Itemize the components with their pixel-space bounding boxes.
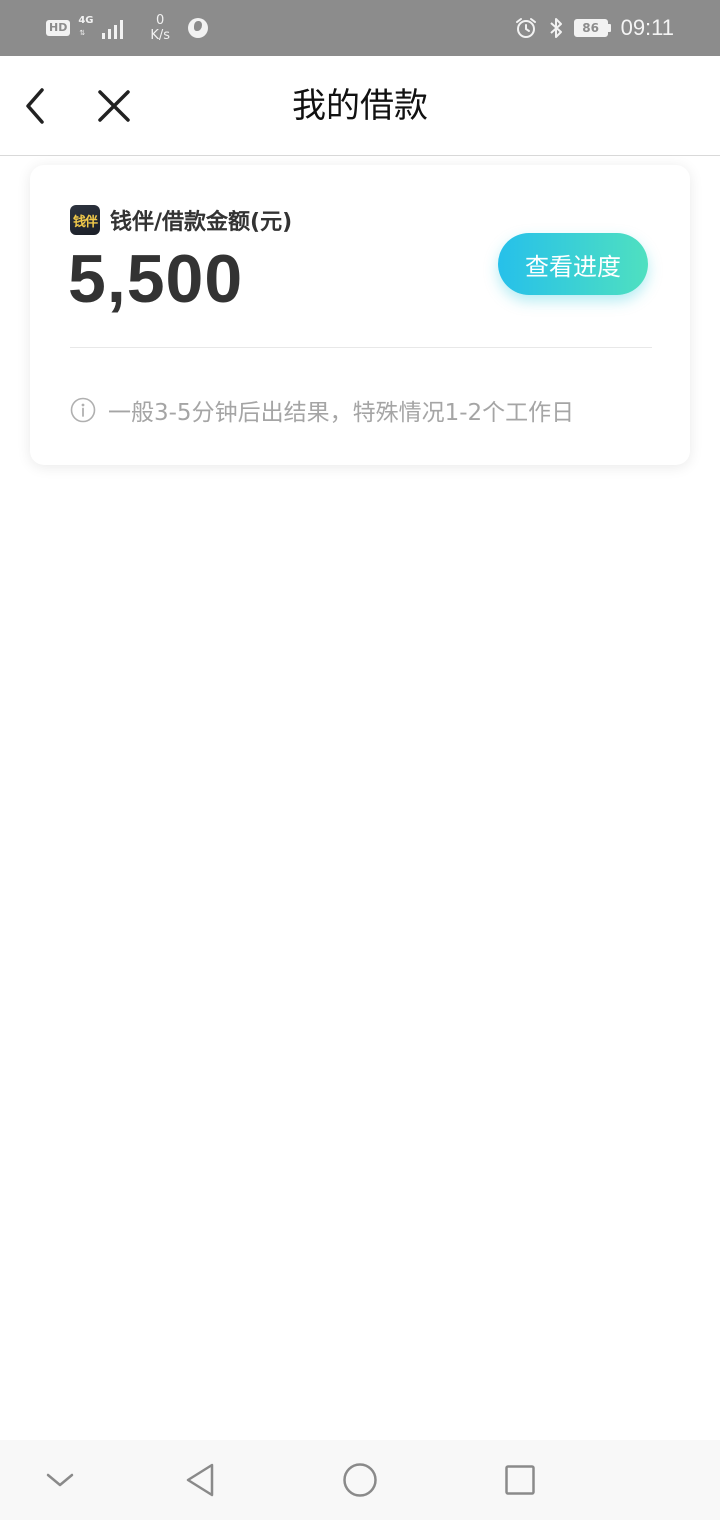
title-bar: 我的借款: [0, 56, 720, 156]
alarm-icon: [515, 18, 536, 38]
bluetooth-icon: [549, 18, 562, 38]
info-icon: [70, 397, 96, 423]
page-title: 我的借款: [292, 86, 428, 126]
signal-bars-icon: [102, 20, 124, 39]
hint-row: 一般3-5分钟后出结果，特殊情况1-2个工作日: [70, 393, 574, 427]
nav-recent-button[interactable]: [492, 1452, 548, 1508]
app-logo-text: 钱伴: [72, 214, 98, 230]
brand-row: 钱伴 钱伴/借款金额(元): [70, 204, 292, 236]
status-time: 09:11: [620, 15, 674, 40]
triangle-back-icon: [186, 1463, 214, 1497]
speed-value: 0: [156, 13, 165, 28]
card-divider: [70, 347, 652, 348]
loan-card: 钱伴 钱伴/借款金额(元) 5,500 查看进度 一般3-5分钟后出结果，特殊情…: [30, 165, 690, 465]
hint-text: 一般3-5分钟后出结果，特殊情况1-2个工作日: [108, 400, 575, 426]
app-logo: 钱伴: [70, 205, 100, 235]
hd-badge: HD: [46, 20, 71, 36]
status-left: HD 4G ⇅ 0 K/s: [46, 10, 209, 46]
nav-back-button[interactable]: [172, 1452, 228, 1508]
circle-home-icon: [343, 1463, 377, 1497]
status-bar: HD 4G ⇅ 0 K/s 86 09:11: [0, 0, 720, 56]
network-type-label: 4G: [78, 15, 94, 26]
chevron-down-icon: [46, 1473, 74, 1487]
battery-indicator: 86: [573, 19, 611, 37]
network-speed: 0 K/s: [150, 13, 170, 43]
globe-icon: [188, 18, 209, 38]
view-progress-button[interactable]: 查看进度: [498, 233, 648, 295]
nav-home-button[interactable]: [332, 1452, 388, 1508]
speed-unit: K/s: [150, 28, 171, 43]
battery-level: 86: [573, 19, 608, 37]
system-nav-bar: [0, 1440, 720, 1520]
amount-label: 钱伴/借款金额(元): [110, 210, 293, 235]
battery-tip: [607, 24, 611, 32]
data-arrows-icon: ⇅: [79, 29, 86, 37]
status-right: 86 09:11: [514, 10, 674, 46]
nav-collapse-button[interactable]: [32, 1452, 88, 1508]
loan-amount: 5,500: [68, 241, 244, 317]
square-recent-icon: [505, 1465, 535, 1495]
signal-indicator: 4G ⇅: [78, 13, 138, 43]
